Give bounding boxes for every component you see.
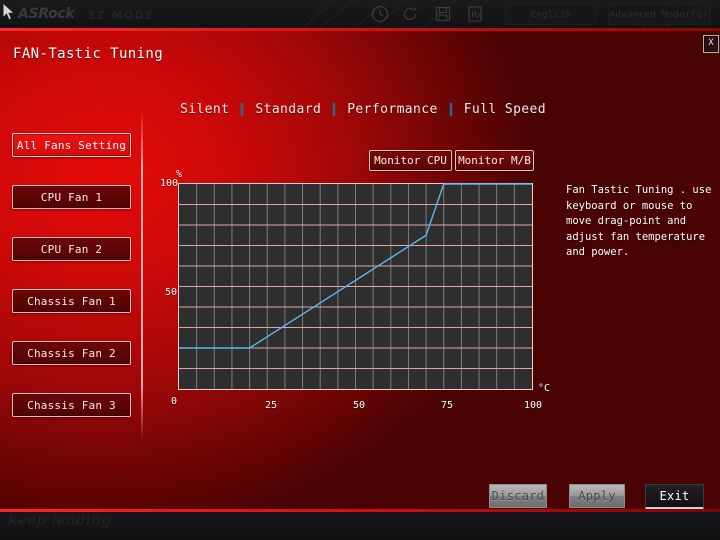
tab-full-speed[interactable]: Full Speed [464,102,546,117]
tab-silent[interactable]: Silent [180,102,229,117]
page-title: FAN-Tastic Tuning [13,46,164,62]
x-axis-unit-label: °C [538,383,551,394]
sidebar-item-chassis-fan-1[interactable]: Chassis Fan 1 [12,289,131,313]
ez-mode-label: EZ MODE [88,9,155,22]
brand-tagline: keep leading [8,511,112,529]
monitor-mb-button[interactable]: Monitor M/B [455,150,534,171]
bios-screen: keep leading ASRock EZ MODE Rx English A… [0,0,720,540]
tab-performance[interactable]: Performance [347,102,438,117]
reset-icon[interactable] [400,4,420,24]
sidebar-item-cpu-fan-1[interactable]: CPU Fan 1 [12,185,131,209]
x-tick-25: 25 [265,400,278,411]
clock-icon[interactable] [370,4,390,24]
exit-button[interactable]: Exit [645,484,704,509]
sidebar-item-cpu-fan-2[interactable]: CPU Fan 2 [12,237,131,261]
asrock-logo: ASRock [18,6,75,22]
chart-canvas[interactable] [178,183,533,390]
mouse-cursor [2,1,16,26]
discard-button[interactable]: Discard [489,484,547,508]
tab-standard[interactable]: Standard [255,102,321,117]
fan-curve-chart[interactable] [178,183,533,390]
monitor-cpu-button[interactable]: Monitor CPU [369,150,452,171]
apply-button[interactable]: Apply [569,484,625,508]
x-tick-75: 75 [441,400,454,411]
language-button[interactable]: English [505,4,597,25]
x-tick-100: 100 [524,400,543,411]
svg-text:Rx: Rx [472,11,483,21]
y-tick-0: 0 [171,396,178,407]
sidebar-divider [141,110,143,440]
topbar-red-edge [0,28,720,31]
y-tick-50: 50 [165,287,178,298]
sidebar-item-chassis-fan-2[interactable]: Chassis Fan 2 [12,341,131,365]
sidebar-item-all-fans-setting[interactable]: All Fans Setting [12,133,131,157]
y-tick-100: 100 [160,178,179,189]
close-icon[interactable]: X [703,35,719,53]
save-icon[interactable] [433,4,453,24]
sidebar-item-chassis-fan-3[interactable]: Chassis Fan 3 [12,393,131,417]
prescription-icon[interactable]: Rx [465,4,485,24]
tab-separator [449,102,452,116]
tab-separator [241,102,244,116]
help-description: Fan Tastic Tuning . use keyboard or mous… [566,184,712,258]
tab-separator [333,102,336,116]
x-tick-50: 50 [353,400,366,411]
preset-tabs: Silent Standard Performance Full Speed [180,99,600,119]
advanced-mode-button[interactable]: Advanced Mode(F6) [608,4,710,25]
